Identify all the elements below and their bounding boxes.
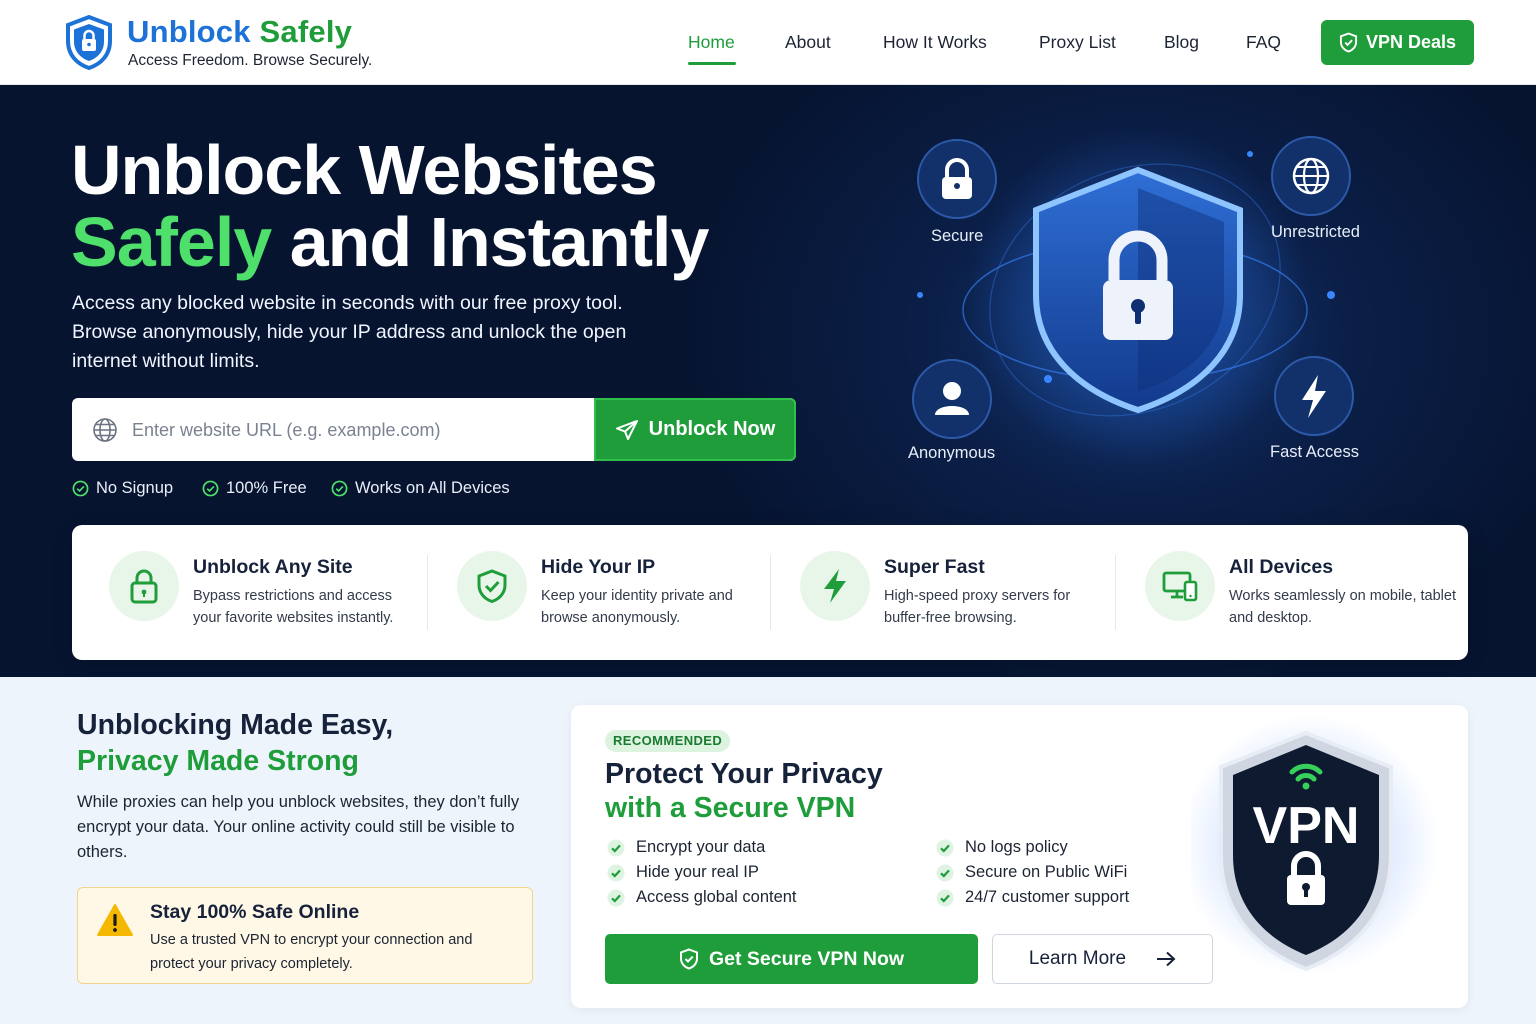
- nav-about[interactable]: About: [785, 32, 831, 53]
- lightning-icon: [800, 551, 870, 621]
- globe-badge-icon: [1271, 136, 1351, 216]
- badge-unrestricted-label: Unrestricted: [1271, 223, 1360, 241]
- feature-desc: High-speed proxy servers for buffer-free…: [884, 588, 1071, 626]
- check-circle-icon: [331, 480, 348, 497]
- safety-warning-box: Stay 100% Safe Online Use a trusted VPN …: [77, 887, 533, 984]
- shield-check-icon: [1339, 32, 1358, 53]
- feature-all-devices: Works on All Devices: [331, 479, 510, 498]
- nav-proxy-list[interactable]: Proxy List: [1039, 32, 1116, 53]
- divider: [1115, 555, 1116, 630]
- hero-title-line1: Unblock Websites: [71, 131, 658, 209]
- nav-faq[interactable]: FAQ: [1246, 32, 1281, 53]
- get-secure-vpn-button[interactable]: Get Secure VPN Now: [605, 934, 978, 984]
- devices-icon: [1145, 551, 1215, 621]
- vpn-title-line1: Protect Your Privacy: [605, 758, 883, 790]
- unblock-now-label: Unblock Now: [648, 418, 776, 440]
- globe-icon: [93, 418, 117, 442]
- nav-home[interactable]: Home: [688, 32, 735, 53]
- secure-badge-icon: [917, 139, 997, 219]
- check-circle-icon: [936, 864, 954, 881]
- feature-desc: Keep your identity private and browse an…: [541, 588, 733, 626]
- nav-how-it-works[interactable]: How It Works: [883, 32, 987, 53]
- divider: [427, 555, 428, 630]
- check-circle-icon: [202, 480, 219, 497]
- site-header: Unblock Safely Access Freedom. Browse Se…: [0, 0, 1536, 85]
- vpn-deals-button[interactable]: VPN Deals: [1321, 20, 1474, 65]
- warning-title: Stay 100% Safe Online: [150, 901, 360, 923]
- shield-check-icon: [457, 551, 527, 621]
- feature-title: Unblock Any Site: [193, 556, 353, 578]
- vpn-benefit: Secure on Public WiFi: [936, 863, 1127, 882]
- check-circle-icon: [607, 889, 625, 906]
- arrow-right-icon: [1157, 951, 1176, 967]
- user-badge-icon: [912, 359, 992, 439]
- warning-icon: [97, 904, 133, 936]
- shield-check-icon: [679, 948, 698, 970]
- vpn-art-text: VPN: [1253, 797, 1360, 855]
- vpn-benefit: Hide your real IP: [607, 863, 759, 882]
- vpn-benefit: No logs policy: [936, 838, 1068, 857]
- vpn-benefit: 24/7 customer support: [936, 888, 1129, 907]
- badge-fast-access-label: Fast Access: [1270, 443, 1359, 461]
- learn-more-button[interactable]: Learn More: [992, 934, 1213, 984]
- vpn-promo-card: RECOMMENDED Protect Your Privacy with a …: [571, 705, 1468, 1008]
- vpn-benefit: Access global content: [607, 888, 797, 907]
- brand-tagline: Access Freedom. Browse Securely.: [128, 52, 373, 69]
- check-circle-icon: [936, 839, 954, 856]
- lightning-badge-icon: [1274, 356, 1354, 436]
- badge-secure-label: Secure: [931, 227, 984, 245]
- feature-title: Hide Your IP: [541, 556, 656, 578]
- url-form: Unblock Now: [72, 398, 796, 461]
- info-description: While proxies can help you unblock websi…: [77, 793, 520, 861]
- hero-title-line2: Safely and Instantly: [71, 203, 709, 281]
- check-circle-icon: [72, 480, 89, 497]
- check-circle-icon: [607, 839, 625, 856]
- feature-free: 100% Free: [202, 479, 307, 498]
- hero-title-highlight: Safely: [71, 203, 272, 281]
- check-circle-icon: [607, 864, 625, 881]
- nav-active-indicator: [688, 62, 736, 65]
- brand-name[interactable]: Unblock Safely: [127, 14, 352, 50]
- vpn-title-line2: with a Secure VPN: [605, 792, 856, 824]
- feature-title: Super Fast: [884, 556, 985, 578]
- send-icon: [615, 419, 638, 440]
- url-input[interactable]: [132, 410, 582, 450]
- feature-no-signup: No Signup: [72, 479, 173, 498]
- lock-icon: [109, 551, 179, 621]
- unblock-now-button[interactable]: Unblock Now: [594, 398, 796, 461]
- info-title-line1: Unblocking Made Easy,: [77, 709, 394, 741]
- hero-description: Access any blocked website in seconds wi…: [72, 292, 627, 372]
- feature-desc: Works seamlessly on mobile, tablet and d…: [1229, 588, 1456, 626]
- features-card: Unblock Any Site Bypass restrictions and…: [72, 525, 1468, 660]
- vpn-benefit: Encrypt your data: [607, 838, 765, 857]
- shield-lock-icon[interactable]: [64, 14, 114, 70]
- recommended-badge: RECOMMENDED: [605, 730, 731, 752]
- divider: [770, 555, 771, 630]
- badge-anonymous-label: Anonymous: [908, 444, 996, 462]
- vpn-deals-label: VPN Deals: [1365, 32, 1457, 52]
- info-title-line2: Privacy Made Strong: [77, 745, 359, 777]
- warning-description: Use a trusted VPN to encrypt your connec…: [150, 932, 473, 972]
- feature-desc: Bypass restrictions and access your favo…: [193, 588, 394, 626]
- check-circle-icon: [936, 889, 954, 906]
- vpn-shield-illustration: VPN: [1191, 715, 1439, 975]
- feature-title: All Devices: [1229, 556, 1334, 578]
- nav-blog[interactable]: Blog: [1164, 32, 1199, 53]
